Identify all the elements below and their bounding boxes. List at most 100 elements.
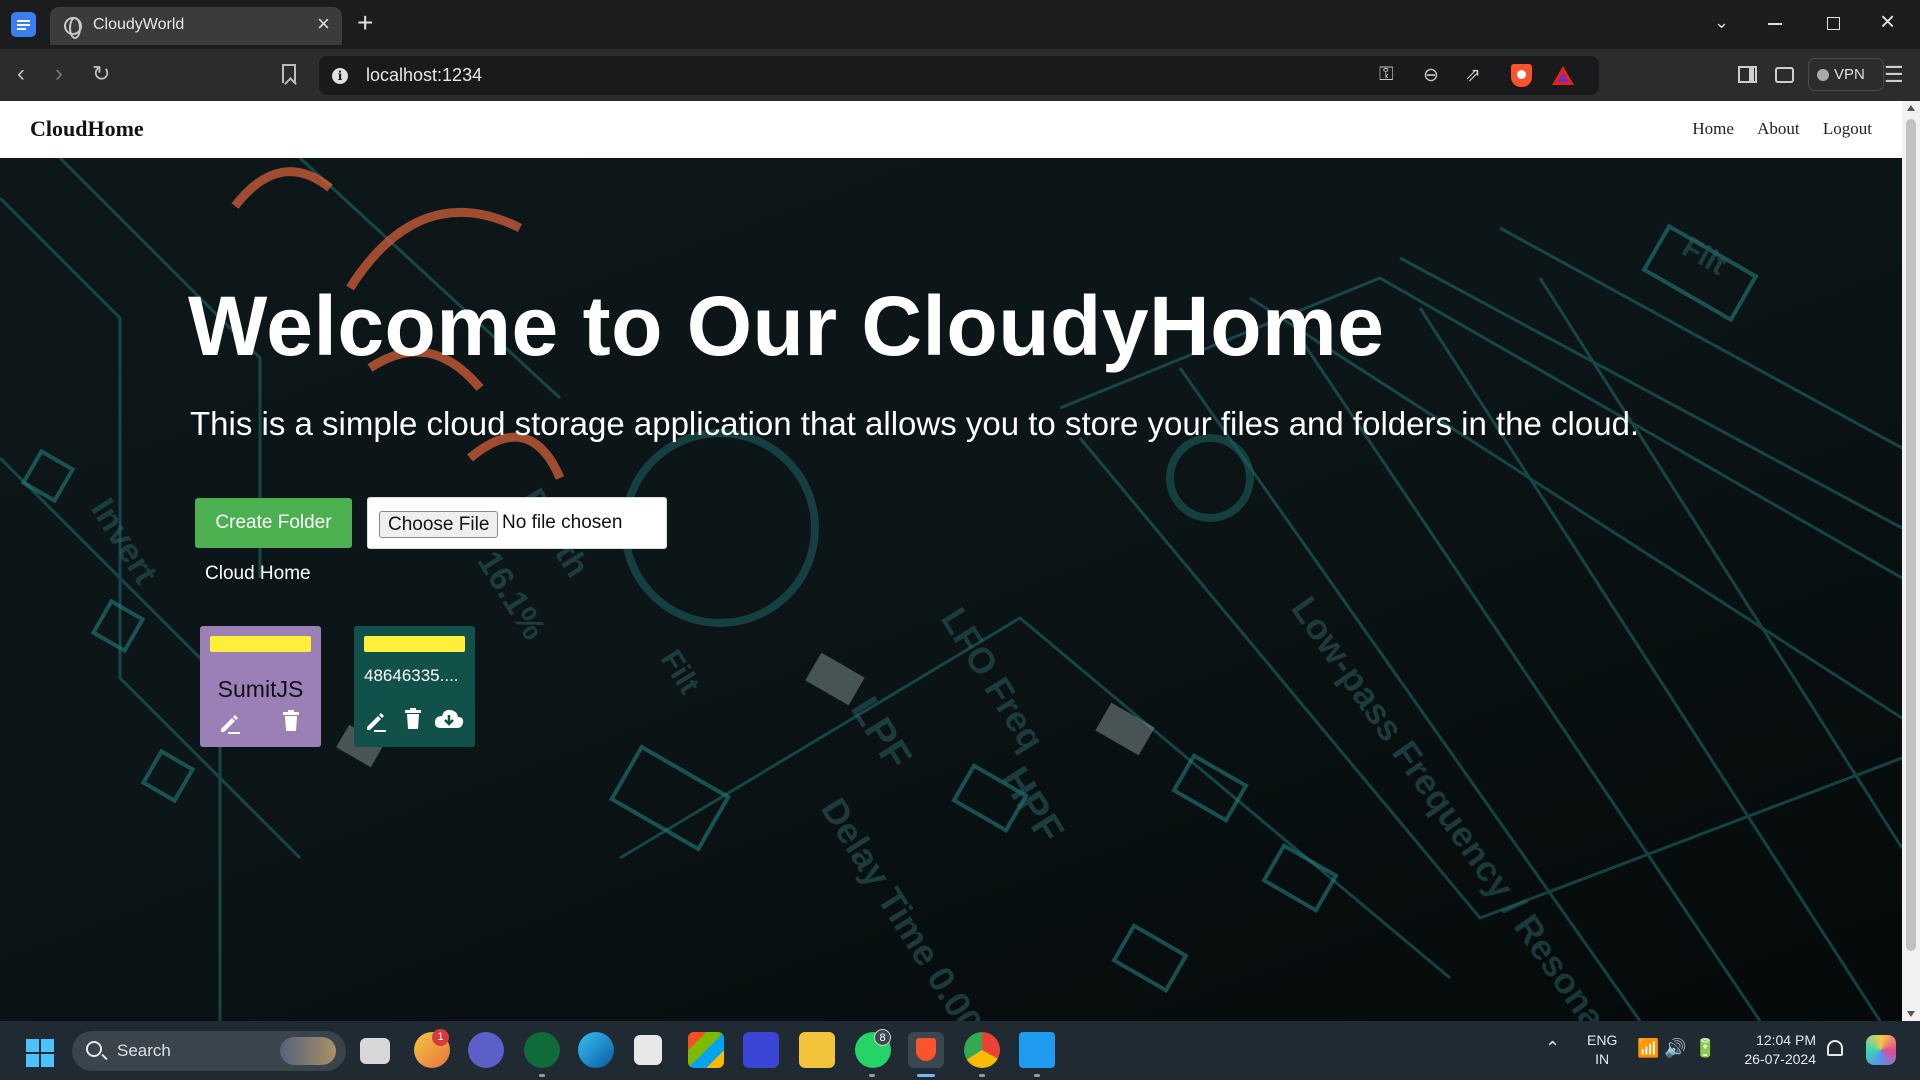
nav-links: Home About Logout xyxy=(1673,119,1872,139)
delete-icon[interactable] xyxy=(282,710,300,732)
site-navbar: CloudHome Home About Logout xyxy=(0,101,1902,158)
notification-bell-icon[interactable] xyxy=(1827,1040,1843,1056)
svg-text:Invert: Invert xyxy=(83,492,164,591)
windows-start-icon[interactable] xyxy=(26,1039,54,1067)
notification-badge: 8 xyxy=(874,1029,891,1046)
sidebar-icon[interactable] xyxy=(1738,66,1757,83)
hero-section: LFO Freq Low-pass Frequency / Resonance … xyxy=(0,158,1902,1021)
vpn-status-icon xyxy=(1817,69,1829,81)
task-view-icon[interactable] xyxy=(360,1038,390,1064)
running-indicator xyxy=(979,1074,985,1077)
folder-card[interactable]: SumitJS xyxy=(200,626,321,747)
powerautomate-icon[interactable] xyxy=(743,1032,779,1068)
browser-tab[interactable]: CloudyWorld × xyxy=(50,7,342,45)
search-highlight-image xyxy=(280,1037,336,1065)
svg-text:LFO Freq: LFO Freq xyxy=(933,601,1053,758)
scrollbar-thumb[interactable] xyxy=(1906,119,1916,951)
edit-icon[interactable] xyxy=(218,712,242,734)
volume-icon[interactable]: 🔊 xyxy=(1664,1038,1686,1059)
notification-badge: 1 xyxy=(432,1029,449,1046)
page-scrollbar[interactable] xyxy=(1902,101,1920,1021)
chevron-up-icon[interactable]: ⌃ xyxy=(1545,1038,1560,1059)
close-window-button[interactable]: × xyxy=(1880,6,1895,37)
choose-file-button[interactable]: Choose File xyxy=(379,511,499,538)
chevron-down-icon[interactable]: ⌄ xyxy=(1714,12,1729,33)
brave-icon xyxy=(916,1038,936,1061)
delete-icon[interactable] xyxy=(404,708,422,730)
file-card[interactable]: 48646335.... xyxy=(354,626,475,747)
language-indicator[interactable]: ENG IN xyxy=(1587,1031,1617,1069)
info-icon[interactable]: i xyxy=(332,68,348,84)
nav-logout-link[interactable]: Logout xyxy=(1823,119,1872,138)
region-code: IN xyxy=(1595,1051,1610,1067)
clock-time: 12:04 PM xyxy=(1756,1032,1816,1048)
file-name[interactable]: 48646335.... xyxy=(364,666,468,686)
site-brand[interactable]: CloudHome xyxy=(30,116,144,142)
cloud-download-icon[interactable] xyxy=(434,708,464,730)
key-icon[interactable]: ⚿ xyxy=(1379,64,1393,86)
brave-taskbar-button[interactable] xyxy=(908,1032,944,1068)
language-code: ENG xyxy=(1587,1032,1618,1048)
microsoft-store-icon[interactable] xyxy=(688,1032,724,1068)
folder-tab-strip xyxy=(210,636,311,652)
restore-button[interactable] xyxy=(1827,17,1840,30)
globe-icon xyxy=(64,17,82,39)
wallet-icon[interactable] xyxy=(1775,67,1794,83)
svg-text:Delay Time 0.00: Delay Time 0.00 xyxy=(813,791,991,1021)
hero-headline: Welcome to Our CloudyHome xyxy=(188,279,1385,373)
hero-subline: This is a simple cloud storage applicati… xyxy=(190,405,1640,442)
notepad-icon[interactable] xyxy=(634,1035,662,1065)
copilot-icon[interactable] xyxy=(1866,1035,1896,1065)
new-tab-button[interactable]: + xyxy=(357,8,373,38)
tab-menu-icon[interactable] xyxy=(11,12,36,37)
close-tab-icon[interactable]: × xyxy=(317,13,330,35)
edge-icon[interactable] xyxy=(578,1032,614,1068)
folder-name[interactable]: SumitJS xyxy=(200,676,321,703)
tab-title: CloudyWorld xyxy=(93,16,185,33)
url-text[interactable]: localhost:1234 xyxy=(366,65,482,86)
search-icon xyxy=(86,1041,102,1057)
bookmark-icon[interactable] xyxy=(282,64,296,83)
create-folder-button[interactable]: Create Folder xyxy=(195,498,352,548)
mongodb-compass-icon[interactable] xyxy=(524,1032,560,1068)
back-icon[interactable]: ‹ xyxy=(17,61,25,87)
address-bar[interactable]: i localhost:1234 ⚿ ⊖ ⇗ xyxy=(319,56,1599,95)
taskbar-search[interactable]: Search xyxy=(72,1031,346,1071)
brave-shields-icon[interactable] xyxy=(1511,64,1532,87)
browser-toolbar: ‹ › ↻ i localhost:1234 ⚿ ⊖ ⇗ VPN ☰ xyxy=(0,49,1920,101)
forward-icon[interactable]: › xyxy=(55,61,63,87)
active-app-indicator xyxy=(917,1074,935,1077)
windows-taskbar: Search 1 8 ⌃ ENG IN 📶 🔊 🔋 12:04 PM 26-07… xyxy=(0,1021,1920,1080)
scroll-up-arrow[interactable] xyxy=(1907,105,1915,111)
edit-icon[interactable] xyxy=(364,710,388,732)
file-status-text: No file chosen xyxy=(502,512,623,533)
svg-text:HPF: HPF xyxy=(992,759,1072,850)
vpn-button[interactable]: VPN xyxy=(1808,58,1884,91)
file-upload-input[interactable]: Choose File No file chosen xyxy=(367,497,667,549)
minimize-button[interactable] xyxy=(1768,23,1782,25)
wifi-icon[interactable]: 📶 xyxy=(1637,1038,1659,1059)
web-page: CloudHome Home About Logout LFO Freq Low… xyxy=(0,101,1902,1021)
browser-tab-strip: CloudyWorld × + ⌄ × xyxy=(0,0,1920,49)
scroll-down-arrow[interactable] xyxy=(1907,1011,1915,1017)
battery-icon[interactable]: 🔋 xyxy=(1694,1038,1716,1059)
nav-home-link[interactable]: Home xyxy=(1692,119,1734,138)
system-clock[interactable]: 12:04 PM 26-07-2024 xyxy=(1738,1031,1816,1069)
brave-rewards-icon[interactable] xyxy=(1552,66,1574,85)
running-indicator xyxy=(869,1074,875,1077)
breadcrumb[interactable]: Cloud Home xyxy=(205,563,311,585)
share-icon[interactable]: ⇗ xyxy=(1465,64,1481,87)
file-explorer-icon[interactable] xyxy=(799,1032,835,1068)
vscode-icon[interactable] xyxy=(1019,1032,1055,1068)
teams-icon[interactable] xyxy=(468,1032,504,1068)
chrome-icon[interactable] xyxy=(964,1032,1000,1068)
nav-about-link[interactable]: About xyxy=(1757,119,1800,138)
svg-text:Filt: Filt xyxy=(654,644,706,700)
reload-icon[interactable]: ↻ xyxy=(92,61,110,87)
svg-text:Filt: Filt xyxy=(1677,230,1732,281)
running-indicator xyxy=(1034,1074,1040,1077)
zoom-icon[interactable]: ⊖ xyxy=(1423,64,1439,87)
menu-icon[interactable]: ☰ xyxy=(1884,62,1904,88)
taskbar-search-label: Search xyxy=(117,1041,171,1060)
clock-date: 26-07-2024 xyxy=(1744,1051,1816,1067)
